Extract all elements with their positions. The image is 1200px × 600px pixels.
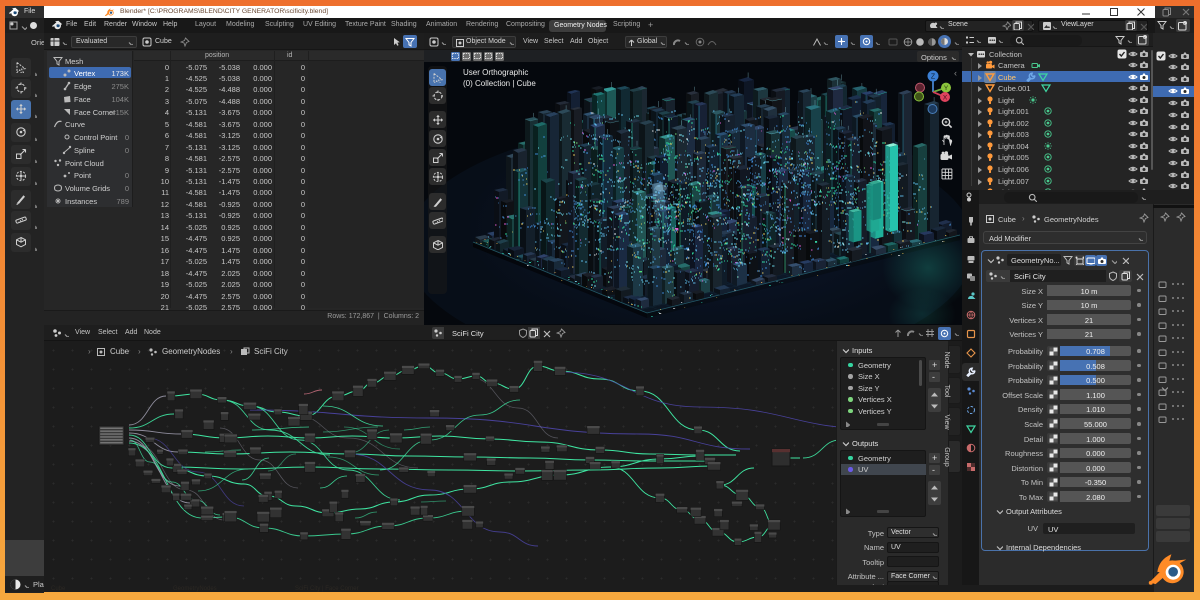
svg-text:Y: Y xyxy=(944,85,949,92)
svg-text:Z: Z xyxy=(931,74,936,81)
svg-text:X: X xyxy=(943,95,948,102)
